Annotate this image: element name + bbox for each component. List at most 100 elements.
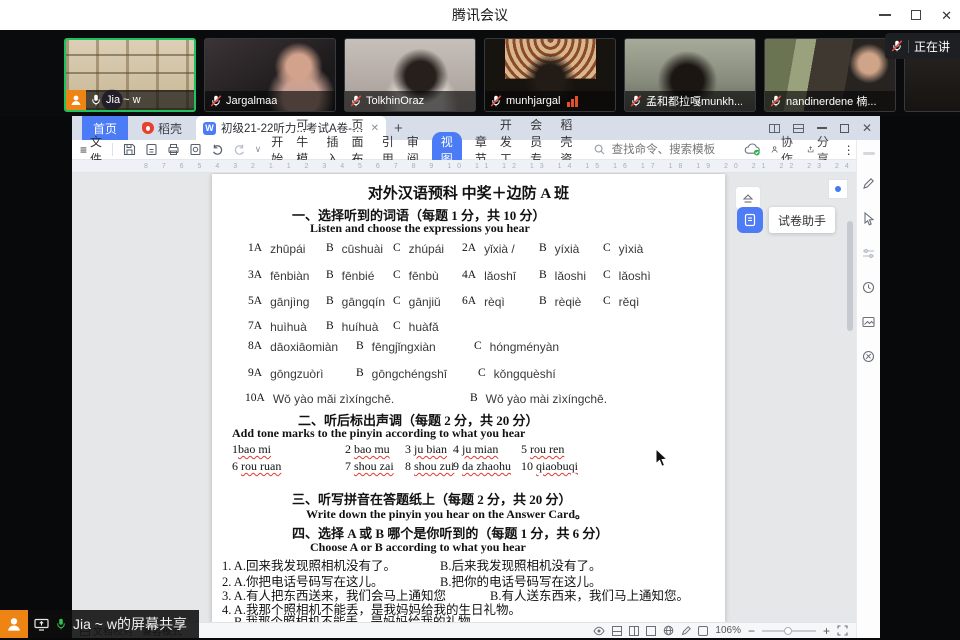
comment-indicator[interactable] <box>828 179 848 199</box>
doc-page[interactable]: 对外汉语预科 中奖＋边防 A 班一、选择听到的词语（每题 1 分，共 10 分）… <box>212 174 725 622</box>
pointer-tool-icon[interactable] <box>863 212 875 226</box>
speaking-panel[interactable]: 正在讲 <box>885 33 960 59</box>
tone-item-number: 3 <box>405 442 414 456</box>
search-input[interactable] <box>610 143 734 157</box>
share-banner-label: Jia ~ w的屏幕共享 <box>73 614 187 634</box>
option-label: 9A <box>248 367 262 381</box>
tone-item-pinyin: bao mu <box>354 442 390 456</box>
listening-option: Czhúpái <box>393 242 462 256</box>
minimize-icon[interactable] <box>879 14 891 16</box>
listening-option: Chóngményàn <box>474 340 586 354</box>
view-outline-icon[interactable] <box>629 626 639 636</box>
view-globe-icon[interactable] <box>663 625 674 636</box>
participant-name: munhjargal <box>506 95 560 107</box>
wps-maximize-icon[interactable] <box>840 124 849 133</box>
tone-row: 6 rou ruan7 shou zai8 shou zui9 da zhaoh… <box>232 459 631 474</box>
exam-assistant-icon[interactable] <box>737 207 763 233</box>
listening-option: Cgānjiǔ <box>393 295 462 309</box>
mic-icon <box>90 94 102 106</box>
tone-item: 7 shou zai <box>345 459 405 474</box>
redo-icon[interactable] <box>233 144 246 156</box>
eye-protect-icon[interactable] <box>593 626 605 636</box>
option-label: 2A <box>462 242 476 256</box>
wps-minimize-icon[interactable] <box>817 127 827 129</box>
pen-tool-icon[interactable] <box>862 177 875 190</box>
history-clock-icon[interactable] <box>862 281 875 294</box>
tone-item: 1bao mi <box>232 442 345 457</box>
listening-option: 8Adāoxiāomiàn <box>248 340 356 354</box>
redo-dropdown-icon[interactable]: ∨ <box>255 144 262 155</box>
more-menu-icon[interactable]: ⋮ <box>843 143 855 157</box>
zoom-in-button[interactable]: + <box>823 625 830 637</box>
exam-assistant[interactable]: 试卷助手 <box>737 207 835 233</box>
listening-option: Cfēnbù <box>393 269 462 283</box>
option-pinyin: yíxià <box>555 242 580 256</box>
split-view-icon[interactable] <box>769 124 780 133</box>
option-label: 7A <box>248 320 262 334</box>
share-banner[interactable]: Jia ~ w的屏幕共享 <box>0 610 199 638</box>
tone-item-pinyin: ju bian <box>414 442 447 456</box>
meeting-title: 腾讯会议 <box>0 0 960 30</box>
participant-tile[interactable]: 孟和都拉嘎munkh... <box>624 38 756 112</box>
option-label: 1A <box>248 242 262 256</box>
sidebar-handle[interactable] <box>863 152 875 155</box>
listening-option: Bgāngqín <box>326 295 393 309</box>
option-label: B <box>326 320 334 334</box>
image-edit-icon[interactable] <box>862 316 875 328</box>
tone-item-number: 8 <box>405 459 414 473</box>
edit-pen-icon[interactable] <box>681 626 691 636</box>
wps-toolbar: ≡ 文件 ∨ 开始可牛模板插入页面布局引用审阅视图章节开发工具会员专享稻壳资源 <box>72 140 880 160</box>
tone-item-pinyin: ju mian <box>462 442 498 456</box>
view-web-icon[interactable] <box>646 626 656 636</box>
option-pinyin: huàfǎ <box>409 320 439 334</box>
option-label: B <box>539 269 547 283</box>
maximize-icon[interactable] <box>911 10 921 20</box>
zoom-out-button[interactable]: − <box>748 625 755 637</box>
listening-option: 5Agānjìng <box>248 295 326 309</box>
muted-mic-icon <box>490 95 502 107</box>
tone-item: 10 qiaobuqi <box>521 459 631 474</box>
tone-item-number: 7 <box>345 459 354 473</box>
writer-doc-icon: W <box>203 122 216 135</box>
doc-scrollbar-thumb[interactable] <box>847 221 853 331</box>
option-label: B <box>326 295 334 309</box>
mouse-cursor <box>655 448 669 468</box>
preview-icon[interactable] <box>189 143 202 156</box>
zoom-level[interactable]: 106% <box>715 625 741 636</box>
option-label: 5A <box>248 295 262 309</box>
participant-tile[interactable]: TolkhinOraz <box>344 38 476 112</box>
layout-grid-icon[interactable] <box>793 124 804 133</box>
participant-tile[interactable]: munhjargal <box>484 38 616 112</box>
undo-icon[interactable] <box>211 144 224 156</box>
save-icon[interactable] <box>123 143 136 156</box>
section-heading-en: Listen and choose the expressions you he… <box>310 221 530 236</box>
section-heading-en: Choose A or B according to what you hear <box>310 540 526 555</box>
listening-option: Bfēngjǐngxiàn <box>356 340 474 354</box>
view-page-icon[interactable] <box>612 626 622 636</box>
settings-slider-icon[interactable] <box>862 248 875 259</box>
tone-item-pinyin: shou zai <box>354 459 394 473</box>
zoom-slider[interactable] <box>762 630 816 632</box>
search-box[interactable] <box>594 143 734 157</box>
fit-page-icon[interactable] <box>698 626 708 636</box>
participant-tile[interactable]: Jia ~ w <box>64 38 196 112</box>
option-label: B <box>356 367 364 381</box>
participant-tile[interactable]: Jargalmaa <box>204 38 336 112</box>
cloud-sync-icon[interactable] <box>744 143 761 156</box>
tone-item-number: 6 <box>232 459 241 473</box>
share-icon <box>807 144 814 155</box>
print-icon[interactable] <box>167 143 180 156</box>
tone-item-pinyin: da zhaohu <box>462 459 511 473</box>
export-icon[interactable] <box>145 143 158 156</box>
listening-option: Cyìxià <box>603 242 675 256</box>
tab-store[interactable]: 稻壳 <box>134 116 190 140</box>
right-tool-sidebar <box>856 140 880 638</box>
participant-tile[interactable]: nandinerdene 楠... <box>764 38 896 112</box>
active-mic-icon <box>55 618 67 630</box>
option-pinyin: huìhuà <box>270 320 307 334</box>
stamp-seal-icon[interactable] <box>862 350 875 363</box>
close-icon[interactable]: ✕ <box>941 9 952 22</box>
fullscreen-icon[interactable] <box>837 625 848 636</box>
listening-row: 7AhuìhuàBhuíhuàChuàfǎ <box>248 320 462 334</box>
app-root: 腾讯会议 ✕ Jia ~ w Jargalmaa TolkhinOraz mun… <box>0 0 960 640</box>
